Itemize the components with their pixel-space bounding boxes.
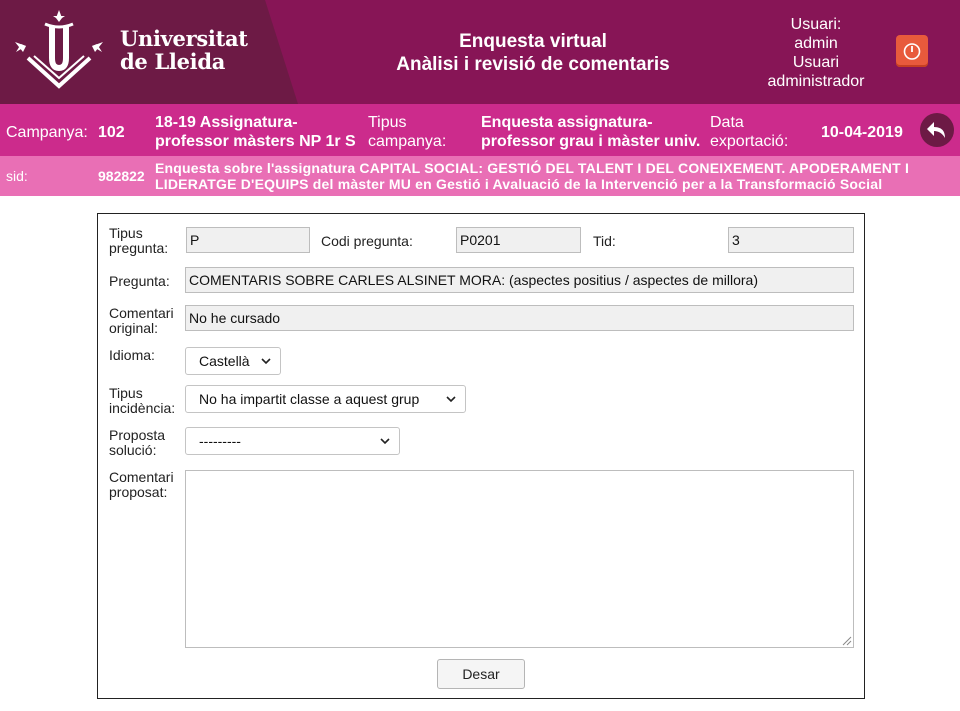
campaign-bar: Campanya: 102 18-19 Assignatura- profess… (0, 104, 960, 156)
back-arrow-icon (927, 122, 945, 138)
question-type-label: Tipus pregunta: (109, 226, 168, 256)
question-type-label-line1: Tipus (109, 225, 143, 241)
sid-label: sid: (6, 168, 28, 184)
question-code-field: P0201 (456, 227, 581, 253)
app-header: Universitat de Lleida Enquesta virtual A… (0, 0, 960, 104)
proposed-solution-label-line2: solució: (109, 442, 157, 458)
question-type-field: P (186, 227, 310, 253)
campaign-type-value: Enquesta assignatura- professor grau i m… (481, 113, 700, 151)
question-type-label-line2: pregunta: (109, 240, 169, 256)
language-selected-value: Castellà (199, 353, 250, 369)
chevron-down-icon (380, 438, 390, 445)
campaign-type-label: Tipus campanya: (368, 113, 446, 151)
university-logo-icon (15, 10, 103, 89)
university-name-line2: de Lleida (120, 49, 226, 74)
user-name: admin (794, 35, 838, 52)
campaign-type-value-line1: Enquesta assignatura- (481, 114, 653, 131)
proposed-comment-label-line1: Comentari (109, 469, 174, 485)
export-date-label-line2: exportació: (710, 133, 789, 150)
campaign-type-label-line2: campanya: (368, 133, 447, 150)
language-select[interactable]: Castellà (185, 347, 281, 375)
user-label: Usuari: (790, 16, 842, 33)
export-date-value: 10-04-2019 (821, 124, 903, 141)
app-title: Enquesta virtual Anàlisi i revisió de co… (330, 30, 736, 76)
comment-review-form: Tipus pregunta: P Codi pregunta: P0201 T… (97, 213, 865, 699)
export-date-label-line1: Data (710, 114, 744, 131)
university-name: Universitat de Lleida (120, 27, 248, 73)
save-button[interactable]: Desar (437, 659, 525, 689)
proposed-solution-select[interactable]: --------- (185, 427, 400, 455)
resize-grip-icon[interactable] (840, 634, 852, 646)
sid-value: 982822 (98, 168, 145, 184)
tid-label: Tid: (593, 233, 616, 249)
question-label: Pregunta: (109, 273, 170, 289)
proposed-comment-label: Comentari proposat: (109, 470, 174, 500)
app-title-line2: Anàlisi i revisió de comentaris (396, 54, 670, 75)
export-date-label: Data exportació: (710, 113, 788, 151)
proposed-comment-label-line2: proposat: (109, 484, 168, 500)
incident-type-select[interactable]: No ha impartit classe a aquest grup (185, 385, 466, 413)
original-comment-label-line1: Comentari (109, 305, 174, 321)
language-label: Idioma: (109, 347, 155, 363)
app-title-line1: Enquesta virtual (459, 31, 607, 52)
campaign-type-value-line2: professor grau i màster univ. (481, 133, 701, 150)
original-comment-label-line2: original: (109, 320, 159, 336)
logo-panel: Universitat de Lleida (0, 0, 298, 104)
original-comment-label: Comentari original: (109, 306, 174, 336)
proposed-solution-label-line1: Proposta (109, 427, 166, 443)
incident-type-label-line1: Tipus (109, 385, 143, 401)
university-name-line1: Universitat (120, 26, 248, 51)
chevron-down-icon (446, 396, 456, 403)
user-role-line1: Usuari (792, 54, 840, 71)
campaign-name: 18-19 Assignatura- professor màsters NP … (155, 113, 356, 151)
proposed-solution-selected-value: --------- (199, 433, 241, 449)
campaign-type-label-line1: Tipus (368, 114, 407, 131)
tid-field: 3 (728, 227, 854, 253)
incident-type-label: Tipus incidència: (109, 386, 175, 416)
campaign-name-line2: professor màsters NP 1r S (155, 133, 356, 150)
question-field: COMENTARIS SOBRE CARLES ALSINET MORA: (a… (185, 267, 854, 293)
incident-type-selected-value: No ha impartit classe a aquest grup (199, 391, 420, 407)
question-code-label: Codi pregunta: (321, 233, 413, 249)
proposed-comment-textarea[interactable] (185, 470, 854, 648)
original-comment-field: No he cursado (185, 305, 854, 331)
user-role-line2: administrador (767, 73, 865, 90)
survey-description: Enquesta sobre l'assignatura CAPITAL SOC… (155, 160, 910, 192)
proposed-solution-label: Proposta solució: (109, 428, 165, 458)
campaign-number: 102 (98, 124, 125, 141)
incident-type-label-line2: incidència: (109, 400, 176, 416)
campaign-label: Campanya: (6, 124, 88, 141)
survey-info-bar: sid: 982822 Enquesta sobre l'assignatura… (0, 156, 960, 196)
user-info: Usuari: admin Usuari administrador (752, 15, 880, 91)
chevron-down-icon (261, 358, 271, 365)
campaign-name-line1: 18-19 Assignatura- (155, 114, 298, 131)
logout-button[interactable] (896, 35, 928, 67)
back-button[interactable] (920, 113, 954, 147)
power-icon (903, 43, 921, 60)
